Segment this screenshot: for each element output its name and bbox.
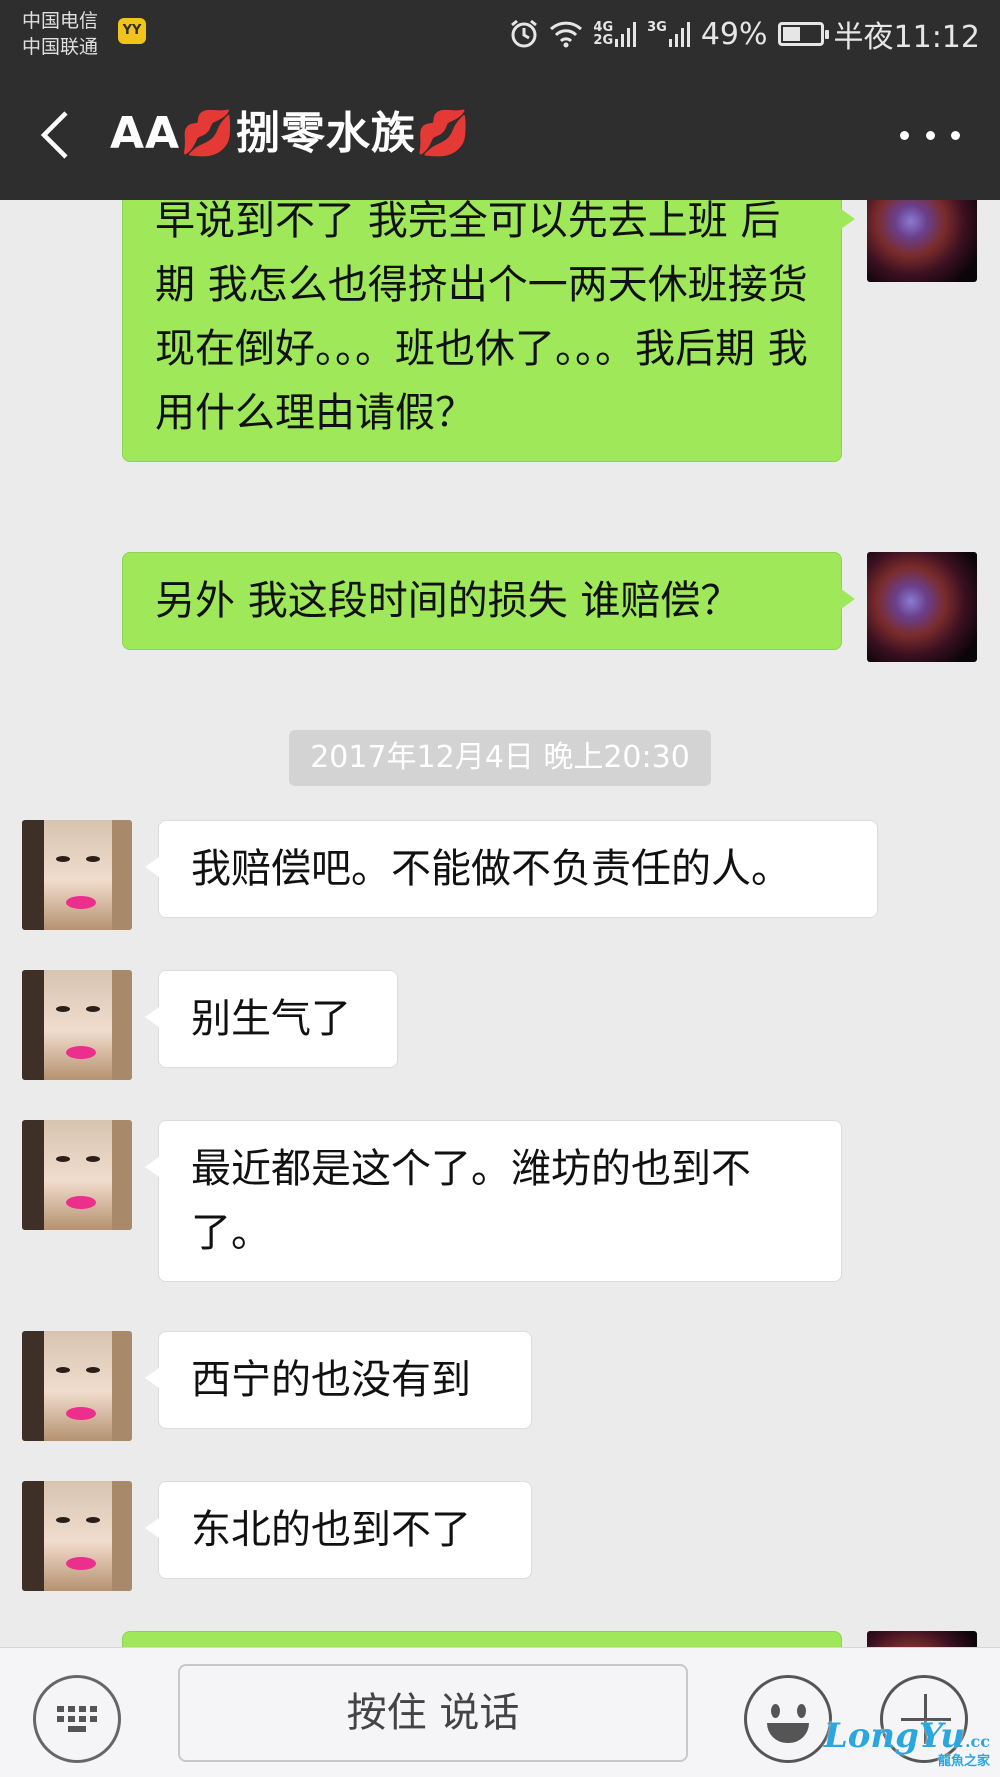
signal-3g-icon: 3G — [647, 21, 691, 47]
avatar-contact[interactable] — [22, 820, 132, 930]
message-list[interactable]: 早说到不了 我完全可以先去上班 后期 我怎么也得挤出个一两天休班接货 现在倒好。… — [0, 200, 1000, 1647]
watermark-logo: LongYu.cc 龍魚之家 — [824, 1716, 990, 1769]
battery-fill — [782, 27, 801, 41]
avatar-self[interactable] — [867, 552, 977, 662]
message-timestamp: 2017年12月4日 晚上20:30 — [289, 730, 711, 786]
message-text: 我赔偿吧。不能做不负责任的人。 — [191, 846, 791, 892]
back-arrow-icon — [40, 111, 68, 159]
net-2g-label: 2G — [593, 33, 614, 48]
status-bar: 中国电信 中国联通 YY 4G 2G 3G 49% 半夜11:12 — [0, 0, 1000, 70]
avatar-contact[interactable] — [22, 970, 132, 1080]
watermark-tld: .cc — [964, 1732, 990, 1751]
avatar-contact[interactable] — [22, 1331, 132, 1441]
message-bubble-incoming[interactable]: 西宁的也没有到 — [145, 1331, 532, 1429]
more-dot — [951, 130, 960, 140]
message-text: 西宁的也没有到 — [191, 1357, 471, 1403]
avatar-self[interactable] — [867, 200, 977, 282]
battery-icon — [777, 22, 829, 46]
carrier-1: 中国电信 — [22, 10, 99, 32]
message-bubble-incoming[interactable]: 最近都是这个了。潍坊的也到不了。 — [145, 1120, 842, 1282]
net-3g-label: 3G — [647, 20, 667, 35]
message-bubble-outgoing[interactable]: 早说到不了 我完全可以先去上班 后期 我怎么也得挤出个一两天休班接货 现在倒好。… — [122, 200, 855, 462]
status-icons: 4G 2G 3G 49% 半夜11:12 — [509, 14, 980, 55]
more-button[interactable] — [900, 115, 960, 155]
chat-header: AA💋捌零水族💋 — [0, 70, 1000, 200]
carrier-2: 中国联通 — [22, 36, 99, 58]
avatar-self[interactable] — [867, 1631, 977, 1647]
message-text: 另外 我这段时间的损失 谁赔偿？ — [155, 578, 741, 624]
message-bubble-incoming[interactable]: 别生气了 — [145, 970, 398, 1068]
more-dot — [900, 130, 909, 140]
clock: 半夜11:12 — [833, 20, 980, 55]
emoji-button[interactable] — [744, 1675, 832, 1763]
message-bubble-outgoing[interactable]: 另外 我这段时间的损失 谁赔偿？ — [122, 552, 855, 650]
message-text: 东北的也到不了 — [191, 1507, 471, 1553]
input-bar: 按住 说话 LongYu.cc 龍魚之家 — [0, 1647, 1000, 1777]
signal-4g-icon: 4G 2G — [593, 21, 637, 47]
hold-to-talk-button[interactable]: 按住 说话 — [178, 1664, 688, 1762]
chat-title: AA💋捌零水族💋 — [110, 108, 472, 159]
avatar-contact[interactable] — [22, 1481, 132, 1591]
message-bubble-incoming[interactable]: 我赔偿吧。不能做不负责任的人。 — [145, 820, 878, 918]
carrier-names: 中国电信 中国联通 — [22, 8, 98, 60]
wifi-icon — [549, 20, 583, 48]
keyboard-toggle-button[interactable] — [33, 1675, 121, 1763]
message-text: 最近都是这个了。潍坊的也到不了。 — [191, 1146, 751, 1256]
keyboard-icon — [57, 1706, 97, 1732]
message-bubble-incoming[interactable]: 东北的也到不了 — [145, 1481, 532, 1579]
emoji-icon — [771, 1704, 780, 1718]
battery-percent: 49% — [700, 16, 768, 52]
message-text: 早说到不了 我完全可以先去上班 后期 我怎么也得挤出个一两天休班接货 现在倒好。… — [155, 200, 808, 436]
message-bubble-outgoing[interactable] — [122, 1631, 842, 1647]
yy-app-icon: YY — [118, 18, 146, 44]
more-dot — [925, 130, 935, 140]
back-button[interactable] — [30, 105, 90, 165]
alarm-icon — [509, 19, 539, 49]
avatar-contact[interactable] — [22, 1120, 132, 1230]
message-text: 别生气了 — [191, 996, 351, 1042]
